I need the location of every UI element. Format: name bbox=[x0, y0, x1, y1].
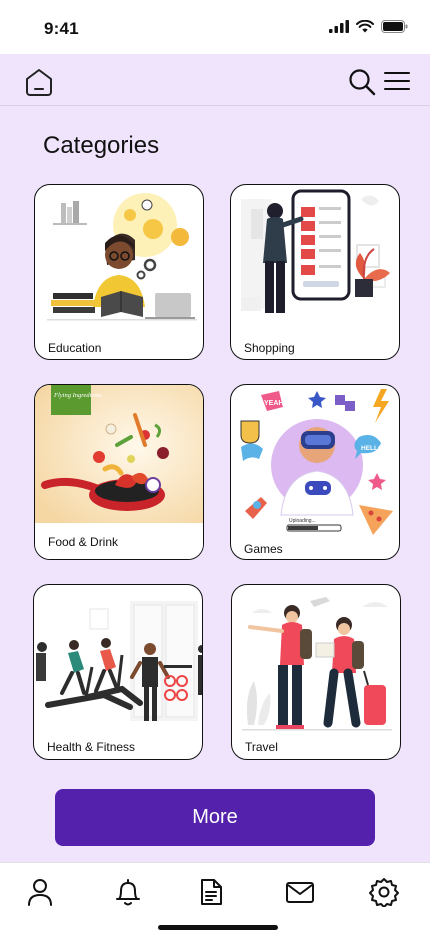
document-icon[interactable] bbox=[196, 877, 226, 907]
category-label: Shopping bbox=[244, 341, 295, 355]
home-icon[interactable] bbox=[24, 67, 54, 97]
games-illustration: YEAH! HELLO! Uploading... bbox=[240, 389, 393, 535]
status-bar: 9:41 bbox=[0, 0, 430, 54]
food-illustration: Flying Ingredients bbox=[35, 385, 203, 559]
games-speech-yeah: YEAH! bbox=[264, 400, 286, 407]
games-progress-text: Uploading... bbox=[289, 518, 316, 524]
home-indicator bbox=[158, 925, 278, 930]
gear-icon[interactable] bbox=[369, 877, 399, 907]
category-label: Education bbox=[48, 341, 102, 355]
app-content: Categories Education Shopping Flying Ing… bbox=[0, 54, 430, 862]
category-label: Games bbox=[244, 542, 283, 556]
page-title: Categories bbox=[43, 132, 160, 159]
category-card-food-drink[interactable]: Flying Ingredients Food & Drink bbox=[34, 384, 204, 560]
top-nav bbox=[0, 54, 430, 106]
food-badge-text: Flying Ingredients bbox=[53, 392, 102, 399]
category-card-games[interactable]: YEAH! HELLO! Uploading... Games bbox=[230, 384, 400, 560]
search-icon[interactable] bbox=[348, 68, 376, 96]
status-icons bbox=[329, 20, 408, 33]
category-card-health-fitness[interactable]: Health & Fitness bbox=[33, 584, 203, 760]
battery-icon bbox=[381, 20, 408, 33]
mail-icon[interactable] bbox=[285, 877, 315, 907]
category-card-education[interactable]: Education bbox=[34, 184, 204, 360]
category-card-travel[interactable]: Travel bbox=[231, 584, 401, 760]
games-speech-hello: HELLO! bbox=[361, 445, 385, 452]
menu-icon[interactable] bbox=[384, 70, 410, 92]
signal-icon bbox=[329, 20, 349, 33]
profile-icon[interactable] bbox=[25, 877, 55, 907]
bottom-tab-bar bbox=[0, 862, 430, 932]
more-button[interactable]: More bbox=[55, 789, 375, 846]
shopping-illustration bbox=[241, 189, 390, 313]
wifi-icon bbox=[356, 20, 374, 33]
category-card-shopping[interactable]: Shopping bbox=[230, 184, 400, 360]
status-time: 9:41 bbox=[44, 19, 79, 38]
category-label: Travel bbox=[245, 740, 278, 754]
category-label: Health & Fitness bbox=[47, 740, 136, 754]
travel-illustration bbox=[242, 597, 392, 731]
category-label: Food & Drink bbox=[48, 535, 119, 549]
fitness-illustration bbox=[36, 601, 202, 721]
education-illustration bbox=[47, 193, 197, 321]
bell-icon[interactable] bbox=[113, 877, 143, 907]
